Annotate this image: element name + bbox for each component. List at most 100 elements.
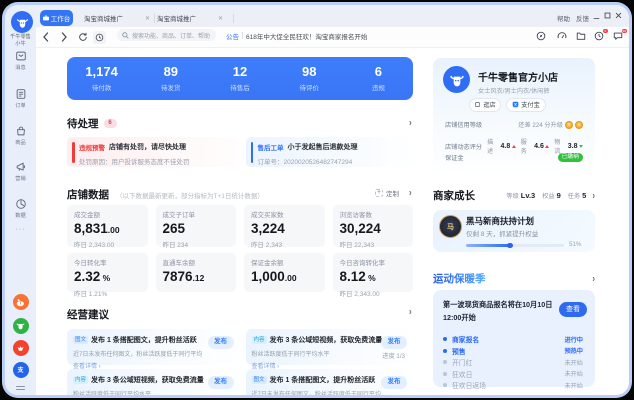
todo-more-icon[interactable]: › — [409, 117, 412, 128]
metric-card-buyers[interactable]: 成交买家数 3,224 昨日 2,343 — [244, 204, 325, 249]
history-button[interactable] — [93, 30, 106, 44]
timeline-row-peak[interactable]: 狂欢日 未开始 — [443, 369, 583, 379]
metric-sub: 昨日 1.21% — [74, 290, 108, 298]
notification-badge: 9 — [602, 28, 608, 33]
metric-card-inquiry-conversion[interactable]: 今日咨询转化率 8.12 % 昨日 2,343.00 — [332, 253, 413, 298]
forward-icon[interactable] — [61, 31, 68, 43]
goods-icon — [16, 126, 25, 136]
campaign-view-button[interactable]: 查看 — [559, 302, 587, 317]
announcement-divider — [242, 32, 243, 39]
todo-count-badge: 6 — [103, 119, 117, 128]
down-triangle-icon — [579, 144, 583, 148]
suggestion-card-3[interactable]: 内容 发布 3 条公域短视频，获取免费流量 粉丝活跃度低于同行平均水平 发布 — [67, 369, 240, 395]
metric-card-orders[interactable]: 成交子订单 265 昨日 234 — [155, 204, 236, 249]
suggestion-card-1[interactable]: 图文 发布 1 条搭配图文，提升粉丝活跃 近7日未发布任何图文，粉丝活跃度低于同… — [67, 329, 240, 370]
publish-button[interactable]: 发布 — [207, 376, 234, 389]
maximize-button[interactable] — [604, 12, 611, 19]
sidebar-item-label: 商品 — [15, 140, 26, 146]
stat-after-sale[interactable]: 12 待售后 — [205, 57, 274, 100]
visit-store-button[interactable]: 逛店 — [469, 98, 501, 112]
growth-card-sub: 仅剩 8 天，抓紧提升权益 — [466, 231, 539, 238]
shop-data-header: 店铺数据 （以下数据最新更新，部分指标为T+1日统计数据） — [67, 187, 264, 202]
stat-violation[interactable]: 6 违规 — [344, 57, 413, 100]
tab-browser-2[interactable]: 淘宝商城推广 ✕ — [157, 10, 223, 26]
publish-button[interactable]: 发布 — [207, 336, 234, 349]
back-icon[interactable] — [42, 31, 49, 43]
todo-card-violation[interactable]: 违规预警 店铺有处罚，请尽快处理 处罚原因：用户投诉服务态度不佳处罚 — [67, 137, 239, 167]
publish-button[interactable]: 发布 — [381, 336, 407, 349]
feedback-link[interactable]: 反馈 — [576, 13, 589, 23]
store-avatar[interactable] — [11, 11, 33, 33]
sidebar-item-message[interactable]: 消息 — [5, 50, 36, 71]
metric-card-deposit[interactable]: 保证金余额 1,000.00 — [244, 253, 325, 292]
publish-button[interactable]: 发布 — [381, 376, 407, 389]
alipay-app-icon[interactable]: 支 — [12, 361, 29, 378]
wangwang-app-icon[interactable] — [12, 317, 29, 334]
sidebar-menu-icon[interactable] — [16, 386, 25, 392]
todo-clock-button[interactable]: 9 — [594, 28, 608, 41]
metric-card-gmv[interactable]: 成交金额 8,831.00 昨日 2,343.00 — [67, 204, 148, 249]
customize-control[interactable]: + 定制 — [375, 188, 409, 198]
sidebar-item-data[interactable]: 数据 — [5, 198, 36, 219]
suggestion-desc: 近7日未发布任何图文，粉丝活跃度低于同行平均 — [73, 351, 203, 358]
timeline-name: 开门红 — [452, 360, 473, 367]
search-input[interactable]: 搜索功能、商品、订单、帮助 — [117, 29, 216, 41]
growth-level: 等级 Lv.3 — [506, 191, 536, 200]
timeline-dot — [443, 337, 447, 341]
growth-rights: 权益 9 — [542, 191, 561, 200]
refresh-icon[interactable] — [78, 32, 88, 42]
help-link[interactable]: 帮助 — [557, 13, 570, 23]
tab-browser-1[interactable]: 淘宝商城推广 ✕ — [84, 10, 150, 26]
metric-card-conversion[interactable]: 今日转化率 2.32 % 昨日 1.21% — [67, 253, 148, 298]
stat-pending-payment[interactable]: 1,174 待付款 — [67, 57, 136, 100]
tab-workbench[interactable]: 工作台 — [40, 10, 73, 26]
metric-card-visitors[interactable]: 浏览访客数 30,224 昨日 22,343 — [332, 204, 413, 249]
todo-section-header: 待处理 6 — [67, 116, 117, 131]
metric-card-ztc-balance[interactable]: 直通车余额 7876.12 — [155, 253, 236, 292]
metric-label: 浏览访客数 — [339, 211, 373, 219]
chat-button[interactable]: 99 — [613, 28, 627, 41]
timeline-row-encore[interactable]: 狂欢日返场 未开始 — [443, 380, 583, 390]
suggestion-card-2[interactable]: 内容 发布 3 条公域短视频，获取免费流量 粉丝活跃度低于同行平均水平 查看详情… — [245, 329, 413, 370]
up-triangle-icon — [511, 144, 516, 148]
timeline-row-opening[interactable]: 开门红 未开始 — [443, 357, 583, 367]
minimize-button[interactable] — [593, 15, 600, 22]
briefcase-icon — [42, 15, 49, 21]
stat-pending-shipment[interactable]: 89 待发货 — [136, 57, 205, 100]
tmall-app-icon[interactable] — [12, 340, 29, 356]
announcement[interactable]: 公告 618年中大促全民狂欢！淘宝商家报名开始 — [226, 31, 367, 41]
suggestion-card-4[interactable]: 图文 发布 1 条搭配图文，提升粉丝活跃 近7日未发布任何图文，粉丝活跃度低于同… — [245, 369, 413, 395]
growth-more-icon[interactable]: › — [592, 190, 595, 201]
timeline-status: 进行中 — [564, 336, 583, 344]
tab-2-close-icon[interactable]: ✕ — [218, 15, 223, 22]
search-icon — [122, 31, 129, 39]
growth-card[interactable]: 马 黑马新商扶持计划 仅剩 8 天，抓紧提升权益 51% — [433, 210, 595, 252]
data-icon — [15, 199, 26, 209]
campaign-text: 第一波现货商品报名将在10月10日 12:00开始 — [443, 300, 553, 322]
alipay-button[interactable]: 支付宝 — [506, 98, 546, 112]
tab-1-close-icon[interactable]: ✕ — [145, 15, 150, 22]
timeline-status: 预热中 — [564, 348, 583, 355]
chat-icon — [613, 32, 623, 40]
sidebar-more[interactable]: ··· — [5, 226, 36, 233]
folder-icon[interactable] — [576, 31, 586, 41]
metric-label: 保证金余额 — [251, 260, 284, 267]
sidebar-item-goods[interactable]: 商品 — [5, 125, 36, 146]
close-button[interactable] — [615, 12, 622, 19]
campaign-more-icon[interactable]: › — [592, 273, 595, 284]
up-triangle-icon — [545, 144, 550, 148]
store-logo[interactable] — [443, 66, 470, 93]
suggestions-more-icon[interactable]: › — [409, 306, 412, 317]
chat-badge: 99 — [621, 28, 627, 33]
taobao-app-icon[interactable] — [12, 294, 29, 310]
compass-icon[interactable] — [536, 31, 546, 41]
timeline-row-presale[interactable]: 预售 预热中 — [443, 346, 583, 356]
sidebar-item-order[interactable]: 订单 — [5, 88, 36, 109]
gauge-icon[interactable] — [557, 31, 567, 41]
timeline-row-signup[interactable]: 商家报名 进行中 — [443, 334, 583, 344]
todo-card-aftersale[interactable]: 售后工单 小于发起售后退款处理 订单号：2020020526482747294 — [245, 137, 414, 167]
app-window: 工作台 淘宝商城推广 ✕ 淘宝商城推广 ✕ 帮助 反馈 搜索功能、商品、订单、帮… — [2, 2, 632, 398]
shop-data-more-icon[interactable]: › — [409, 187, 412, 198]
sidebar-item-marketing[interactable]: 营销 — [5, 161, 36, 182]
stat-pending-review[interactable]: 98 待评价 — [275, 57, 344, 100]
